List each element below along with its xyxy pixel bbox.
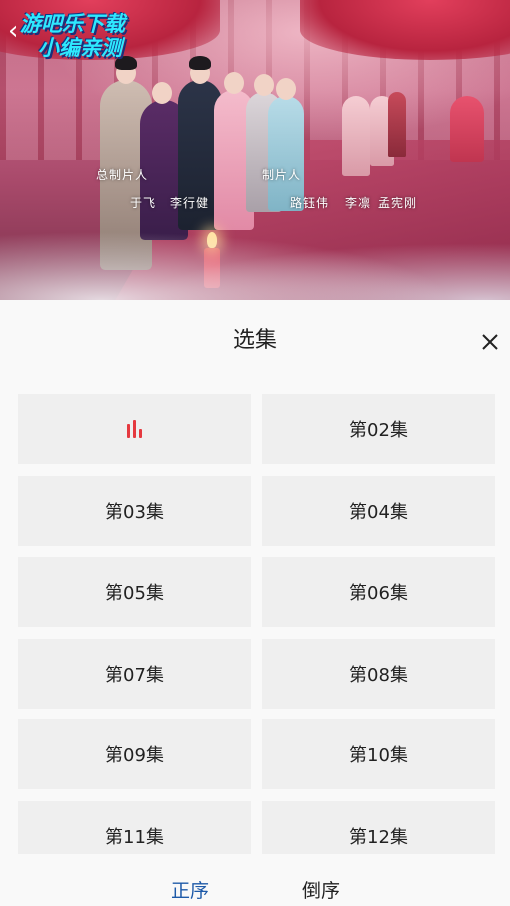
sort-descending-button[interactable]: 倒序 <box>302 876 340 903</box>
figure-6-head <box>276 78 296 100</box>
episode-item-12[interactable]: 第12集 <box>262 801 495 854</box>
now-playing-icon <box>127 420 142 438</box>
episode-item-06[interactable]: 第06集 <box>262 557 495 627</box>
episode-item-10[interactable]: 第10集 <box>262 719 495 789</box>
watermark-line-2: 小编亲测 <box>38 36 122 60</box>
sort-bar: 正序 倒序 <box>0 854 510 906</box>
sort-ascending-button[interactable]: 正序 <box>171 876 209 903</box>
credit-name: 李行健 <box>170 196 210 210</box>
episode-item-07[interactable]: 第07集 <box>18 639 251 709</box>
credit-name: 路钰伟 <box>290 196 330 210</box>
episode-item-05[interactable]: 第05集 <box>18 557 251 627</box>
frost-overlay <box>0 220 510 300</box>
figure-7 <box>342 96 370 176</box>
panel-title: 选集 <box>232 328 277 353</box>
episode-item-03[interactable]: 第03集 <box>18 476 251 546</box>
credit-name: 于飞 <box>130 196 157 210</box>
credit-name: 孟宪刚 <box>378 196 418 210</box>
credit-title: 制片人 <box>262 168 302 182</box>
episode-item-01[interactable] <box>18 394 251 464</box>
episode-item-04[interactable]: 第04集 <box>262 476 495 546</box>
video-player[interactable]: 总制片人 于飞 李行健 制片人 路钰伟 李凛 孟宪刚 ‹ 游吧乐下载 小编亲测 <box>0 0 510 300</box>
hair <box>189 56 211 70</box>
episode-item-09[interactable]: 第09集 <box>18 719 251 789</box>
watermark-line-1: 游吧乐下载 <box>20 12 125 36</box>
episode-panel: 选集 第02集 第03集 第04集 第05集 第06集 第07集 第08集 第0… <box>0 300 510 906</box>
watermark: 游吧乐下载 小编亲测 <box>20 12 125 60</box>
figure-4-head <box>224 72 244 94</box>
episode-grid: 第02集 第03集 第04集 第05集 第06集 第07集 第08集 第09集 … <box>18 394 495 854</box>
credit-name: 李凛 <box>345 196 372 210</box>
figure-10 <box>450 96 484 162</box>
episode-item-02[interactable]: 第02集 <box>262 394 495 464</box>
credit-title: 总制片人 <box>96 168 149 182</box>
episode-item-08[interactable]: 第08集 <box>262 639 495 709</box>
episode-item-11[interactable]: 第11集 <box>18 801 251 854</box>
figure-2-head <box>152 82 172 104</box>
close-icon[interactable] <box>478 330 502 354</box>
figure-9 <box>388 92 406 157</box>
figure-5-head <box>254 74 274 96</box>
